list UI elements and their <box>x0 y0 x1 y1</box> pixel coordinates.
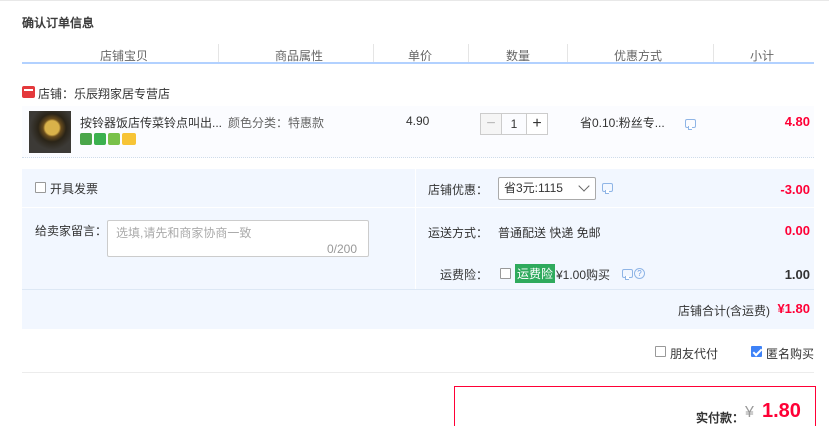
payment-amount: 1.80 <box>762 400 801 422</box>
payment-currency: ¥ <box>745 404 754 421</box>
help-icon[interactable]: ? <box>634 268 645 279</box>
chat-icon[interactable] <box>602 183 613 194</box>
anonymous-checkbox[interactable] <box>751 346 762 357</box>
insurance-price: ¥1.00购买 <box>556 268 611 282</box>
shipping-label: 运送方式： <box>428 226 489 240</box>
insurance-label: 运费险： <box>440 268 489 282</box>
col-separator <box>713 44 714 62</box>
guarantee-icon[interactable] <box>108 133 120 145</box>
card-pay-icon[interactable] <box>122 133 136 145</box>
store-name-link[interactable]: 店铺：乐辰翔家居专营店 <box>38 85 170 102</box>
shipping-method: 普通配送 快递 免邮 <box>498 226 601 240</box>
anonymous-label[interactable]: 匿名购买 <box>766 345 814 362</box>
insurance-amount: 1.00 <box>784 267 810 282</box>
store-discount-label: 店铺优惠： <box>428 183 489 197</box>
message-char-counter: 0/200 <box>327 242 358 256</box>
top-divider <box>0 0 829 1</box>
store-icon <box>22 86 35 98</box>
insurance-tag: 运费险 <box>515 264 556 283</box>
chat-icon[interactable] <box>622 269 633 280</box>
seven-day-return-icon[interactable] <box>94 133 106 145</box>
friend-pay-checkbox[interactable] <box>655 346 666 357</box>
item-subtotal: 4.80 <box>784 114 810 129</box>
quantity-stepper: − 1 + <box>480 113 548 135</box>
shipping-amount: 0.00 <box>784 223 810 238</box>
quantity-decrease-button[interactable]: − <box>480 113 502 135</box>
shop-badge-icon[interactable] <box>80 133 92 145</box>
store-discount-amount: -3.00 <box>780 182 810 197</box>
chat-icon[interactable] <box>685 119 696 130</box>
unit-price: 4.90 <box>406 114 430 128</box>
product-name-link[interactable]: 按铃器饭店传菜铃点叫出... <box>80 114 225 131</box>
product-thumbnail[interactable] <box>29 111 71 153</box>
quantity-input[interactable]: 1 <box>502 113 526 135</box>
col-separator <box>567 44 568 62</box>
footer-divider <box>22 372 814 373</box>
quantity-increase-button[interactable]: + <box>526 113 548 135</box>
col-separator <box>218 44 219 62</box>
promotion-text[interactable]: 省0.10:粉丝专... <box>580 114 665 131</box>
invoice-checkbox[interactable] <box>35 182 46 193</box>
col-separator <box>468 44 469 62</box>
panel-divider-vertical <box>415 169 416 290</box>
product-attribute: 颜色分类：特惠款 <box>228 116 325 130</box>
friend-pay-label[interactable]: 朋友代付 <box>670 345 718 362</box>
message-placeholder: 选填,请先和商家协商一致 <box>116 226 252 240</box>
invoice-label[interactable]: 开具发票 <box>50 180 98 197</box>
panel-divider <box>22 207 814 208</box>
header-underline <box>22 62 814 64</box>
panel-divider <box>22 289 814 290</box>
section-title: 确认订单信息 <box>22 16 95 30</box>
col-separator <box>373 44 374 62</box>
store-total-value: ¥1.80 <box>777 301 810 316</box>
store-total-label: 店铺合计(含运费) <box>678 304 770 318</box>
insurance-checkbox[interactable] <box>500 268 511 279</box>
payment-label: 实付款： <box>696 411 745 425</box>
message-label: 给卖家留言： <box>35 224 108 238</box>
service-badges <box>80 133 136 145</box>
